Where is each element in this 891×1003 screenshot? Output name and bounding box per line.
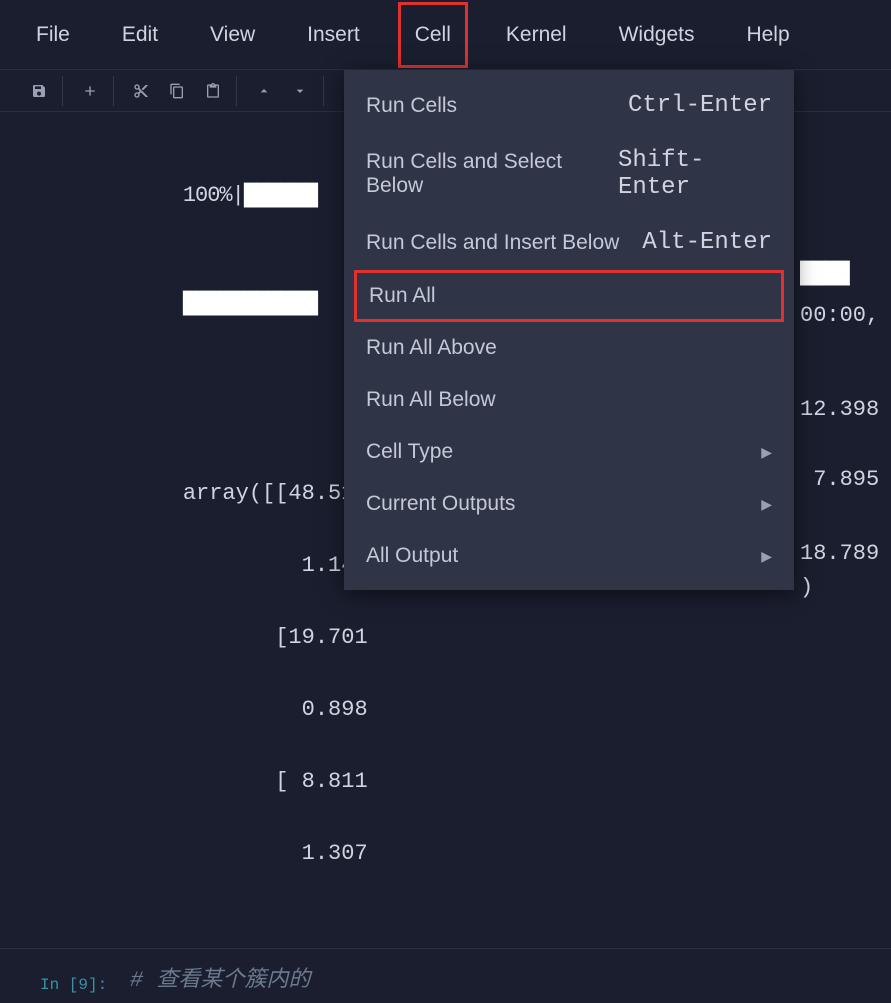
menu-shortcut: Alt-Enter [642, 229, 772, 256]
output-text: array([[48.512 [183, 481, 368, 506]
menu-label: Run All Below [366, 388, 496, 412]
menu-label: Run Cells and Select Below [366, 150, 618, 198]
menu-run-cells[interactable]: Run Cells Ctrl-Enter [344, 78, 794, 133]
menu-widgets[interactable]: Widgets [613, 11, 701, 59]
menu-file[interactable]: File [30, 11, 76, 59]
add-cell-button[interactable] [73, 76, 107, 106]
menu-label: Current Outputs [366, 492, 515, 516]
chevron-right-icon: ▶ [761, 444, 772, 461]
menu-run-insert-below[interactable]: Run Cells and Insert Below Alt-Enter [344, 215, 794, 270]
output-value: 18.789 [800, 536, 879, 572]
output-text: 1.307 [183, 841, 368, 866]
menu-current-outputs[interactable]: Current Outputs ▶ [344, 478, 794, 530]
output-text: 0.898 [183, 697, 368, 722]
cell-prompt: In [9]: [40, 963, 130, 1003]
menu-view[interactable]: View [204, 11, 261, 59]
menu-label: Run Cells [366, 94, 457, 118]
output-value: ) [800, 570, 813, 606]
code-cell[interactable]: In [9]: # 查看某个簇内的 [0, 948, 891, 1003]
menu-run-all-above[interactable]: Run All Above [344, 322, 794, 374]
cut-button[interactable] [124, 76, 158, 106]
code-comment: # 查看某个簇内的 [130, 963, 310, 1003]
menu-label: Run All [369, 284, 436, 308]
menu-cell-type[interactable]: Cell Type ▶ [344, 426, 794, 478]
progress-percent: 100%| [183, 183, 244, 208]
output-text: [19.701 [183, 625, 368, 650]
output-value: 12.398 [800, 392, 879, 428]
progress-bar-icon: ████ [800, 256, 849, 292]
menu-run-select-below[interactable]: Run Cells and Select Below Shift-Enter [344, 133, 794, 215]
cell-menu-dropdown: Run Cells Ctrl-Enter Run Cells and Selec… [344, 70, 794, 590]
menu-label: Run Cells and Insert Below [366, 231, 619, 255]
menu-cell[interactable]: Cell [398, 2, 468, 68]
move-up-button[interactable] [247, 76, 281, 106]
output-time: 00:00, [800, 298, 879, 334]
chevron-right-icon: ▶ [761, 548, 772, 565]
output-text: 1.145 [183, 553, 368, 578]
menu-edit[interactable]: Edit [116, 11, 164, 59]
menu-help[interactable]: Help [740, 11, 795, 59]
menu-insert[interactable]: Insert [301, 11, 366, 59]
copy-button[interactable] [160, 76, 194, 106]
menu-run-all[interactable]: Run All [354, 270, 784, 322]
menu-label: Cell Type [366, 440, 453, 464]
progress-bar-icon: ███████████ [183, 291, 317, 316]
paste-button[interactable] [196, 76, 230, 106]
menubar: File Edit View Insert Cell Kernel Widget… [0, 0, 891, 70]
progress-bar-icon: ██████ [244, 183, 317, 208]
menu-label: All Output [366, 544, 458, 568]
menu-all-output[interactable]: All Output ▶ [344, 530, 794, 582]
output-value: 7.895 [800, 462, 879, 498]
menu-shortcut: Ctrl-Enter [628, 92, 772, 119]
chevron-right-icon: ▶ [761, 496, 772, 513]
move-down-button[interactable] [283, 76, 317, 106]
menu-shortcut: Shift-Enter [618, 147, 772, 201]
save-button[interactable] [22, 76, 56, 106]
menu-kernel[interactable]: Kernel [500, 11, 573, 59]
menu-label: Run All Above [366, 336, 497, 360]
menu-run-all-below[interactable]: Run All Below [344, 374, 794, 426]
output-text: [ 8.811 [183, 769, 368, 794]
